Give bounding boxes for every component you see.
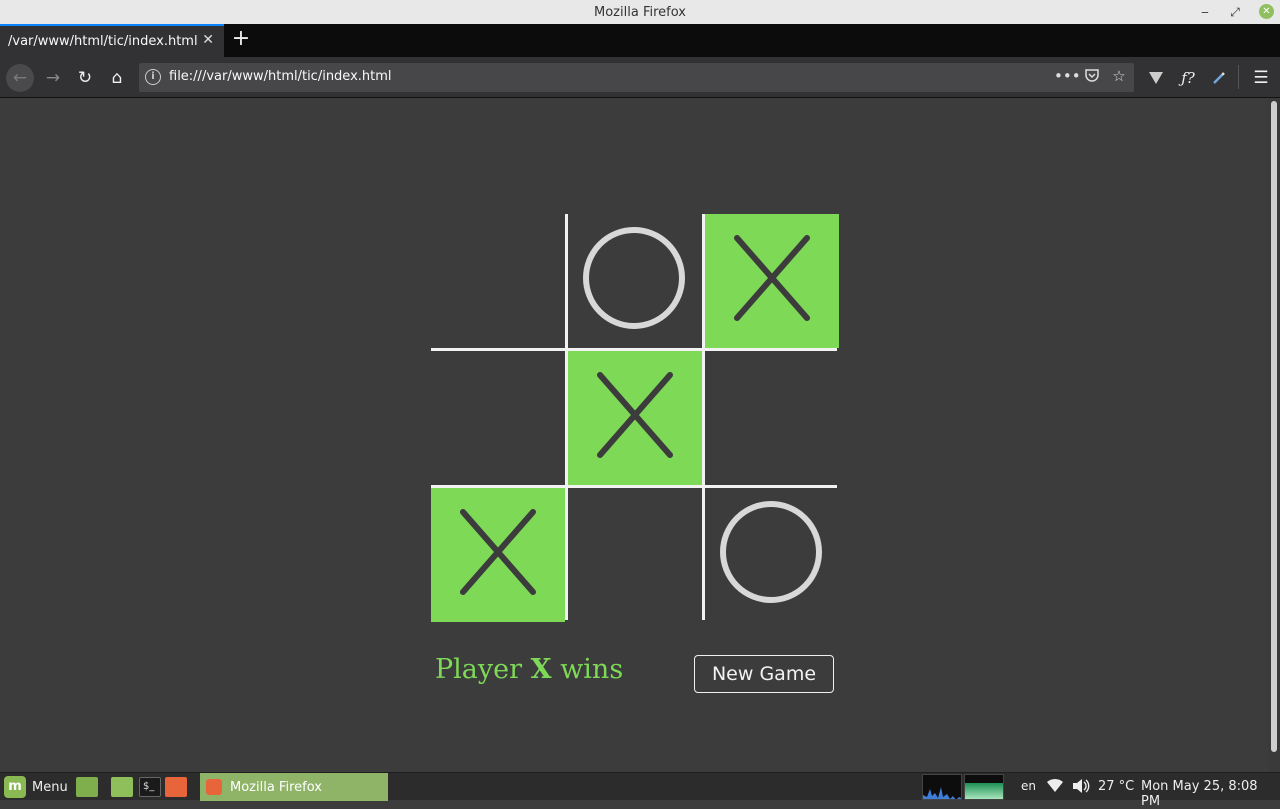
page-actions-icon[interactable]: ••• bbox=[1054, 67, 1081, 87]
network-wifi-icon[interactable] bbox=[1046, 777, 1064, 799]
x-mark-icon bbox=[734, 235, 810, 321]
grid-line-h2 bbox=[431, 485, 837, 488]
home-button[interactable]: ⌂ bbox=[104, 65, 130, 91]
show-desktop-icon[interactable] bbox=[76, 777, 98, 797]
taskbar: m Menu $_ Mozilla Firefox en 27 °C Mon M… bbox=[0, 772, 1280, 809]
memory-graph bbox=[964, 774, 1004, 800]
close-window-icon[interactable]: ✕ bbox=[1259, 4, 1274, 19]
memory-fill bbox=[965, 783, 1003, 799]
reload-button[interactable]: ↻ bbox=[72, 65, 98, 91]
o-mark-icon bbox=[583, 227, 685, 329]
clock[interactable]: Mon May 25, 8:08 PM bbox=[1141, 779, 1280, 809]
temperature-readout[interactable]: 27 °C bbox=[1098, 779, 1134, 794]
x-mark-icon bbox=[597, 372, 673, 458]
forward-button[interactable]: → bbox=[40, 65, 66, 91]
board-cell-0-0[interactable] bbox=[431, 214, 565, 348]
board-cell-1-2[interactable] bbox=[705, 351, 839, 485]
tab-strip: /var/www/html/tic/index.html ✕ + bbox=[0, 24, 1280, 57]
board-cell-2-2[interactable] bbox=[705, 488, 839, 622]
files-launcher-icon[interactable] bbox=[111, 777, 133, 797]
status-suffix: wins bbox=[560, 654, 624, 685]
volume-icon[interactable] bbox=[1072, 778, 1090, 798]
bookmark-star-icon[interactable]: ☆ bbox=[1109, 67, 1129, 87]
toolbar-divider bbox=[1238, 65, 1239, 89]
close-tab-icon[interactable]: ✕ bbox=[202, 32, 214, 48]
keyboard-layout[interactable]: en bbox=[1021, 779, 1036, 793]
menu-label: Menu bbox=[32, 779, 68, 795]
board-cell-1-1[interactable] bbox=[568, 351, 702, 485]
extension-function-icon[interactable]: ƒ? bbox=[1175, 65, 1201, 91]
board-cell-0-1[interactable] bbox=[568, 214, 702, 348]
x-mark-icon bbox=[460, 509, 536, 595]
board-cell-2-1[interactable] bbox=[568, 488, 702, 622]
grid-line-v1 bbox=[565, 214, 568, 620]
restore-icon[interactable]: ⤢ bbox=[1226, 3, 1244, 21]
mint-logo-icon: m bbox=[4, 776, 26, 798]
firefox-launcher-icon[interactable] bbox=[165, 777, 187, 797]
start-menu-button[interactable]: m Menu bbox=[4, 776, 68, 798]
cpu-graph bbox=[922, 774, 962, 800]
winner-mark: X bbox=[530, 654, 552, 685]
terminal-launcher-icon[interactable]: $_ bbox=[139, 777, 161, 797]
color-picker-icon[interactable] bbox=[1206, 65, 1232, 91]
board-cell-2-0[interactable] bbox=[431, 488, 565, 622]
tab-label: /var/www/html/tic/index.html bbox=[8, 34, 198, 49]
window-titlebar: Mozilla Firefox ‒ ⤢ ✕ bbox=[0, 0, 1280, 24]
hamburger-menu-icon[interactable]: ☰ bbox=[1248, 65, 1274, 91]
grid-line-h1 bbox=[431, 348, 837, 351]
scrollbar-thumb[interactable] bbox=[1271, 101, 1277, 752]
game-status: Player X wins bbox=[435, 654, 623, 685]
tab-active[interactable]: /var/www/html/tic/index.html ✕ bbox=[0, 24, 224, 57]
extension-v-icon[interactable] bbox=[1143, 65, 1169, 91]
grid-line-v2 bbox=[702, 214, 705, 620]
pocket-icon[interactable] bbox=[1082, 67, 1102, 87]
board-cell-0-2[interactable] bbox=[705, 214, 839, 348]
new-tab-icon[interactable]: + bbox=[230, 28, 252, 52]
navigation-toolbar: ← → ↻ ⌂ i file:///var/www/html/tic/index… bbox=[0, 57, 1280, 98]
new-game-button[interactable]: New Game bbox=[694, 655, 834, 693]
url-text[interactable]: file:///var/www/html/tic/index.html bbox=[169, 69, 392, 84]
taskbar-window-label: Mozilla Firefox bbox=[230, 779, 322, 795]
site-info-icon[interactable]: i bbox=[145, 69, 161, 85]
window-title: Mozilla Firefox bbox=[594, 5, 686, 20]
status-prefix: Player bbox=[435, 654, 523, 685]
taskbar-window-button[interactable]: Mozilla Firefox bbox=[200, 773, 388, 801]
minimize-icon[interactable]: ‒ bbox=[1196, 3, 1214, 21]
o-mark-icon bbox=[720, 501, 822, 603]
board-cell-1-0[interactable] bbox=[431, 351, 565, 485]
firefox-icon bbox=[206, 779, 222, 795]
url-bar[interactable]: i file:///var/www/html/tic/index.html ••… bbox=[139, 63, 1134, 92]
page-content: Player X wins New Game bbox=[0, 98, 1268, 772]
game-board bbox=[431, 214, 839, 622]
back-button[interactable]: ← bbox=[6, 64, 34, 92]
